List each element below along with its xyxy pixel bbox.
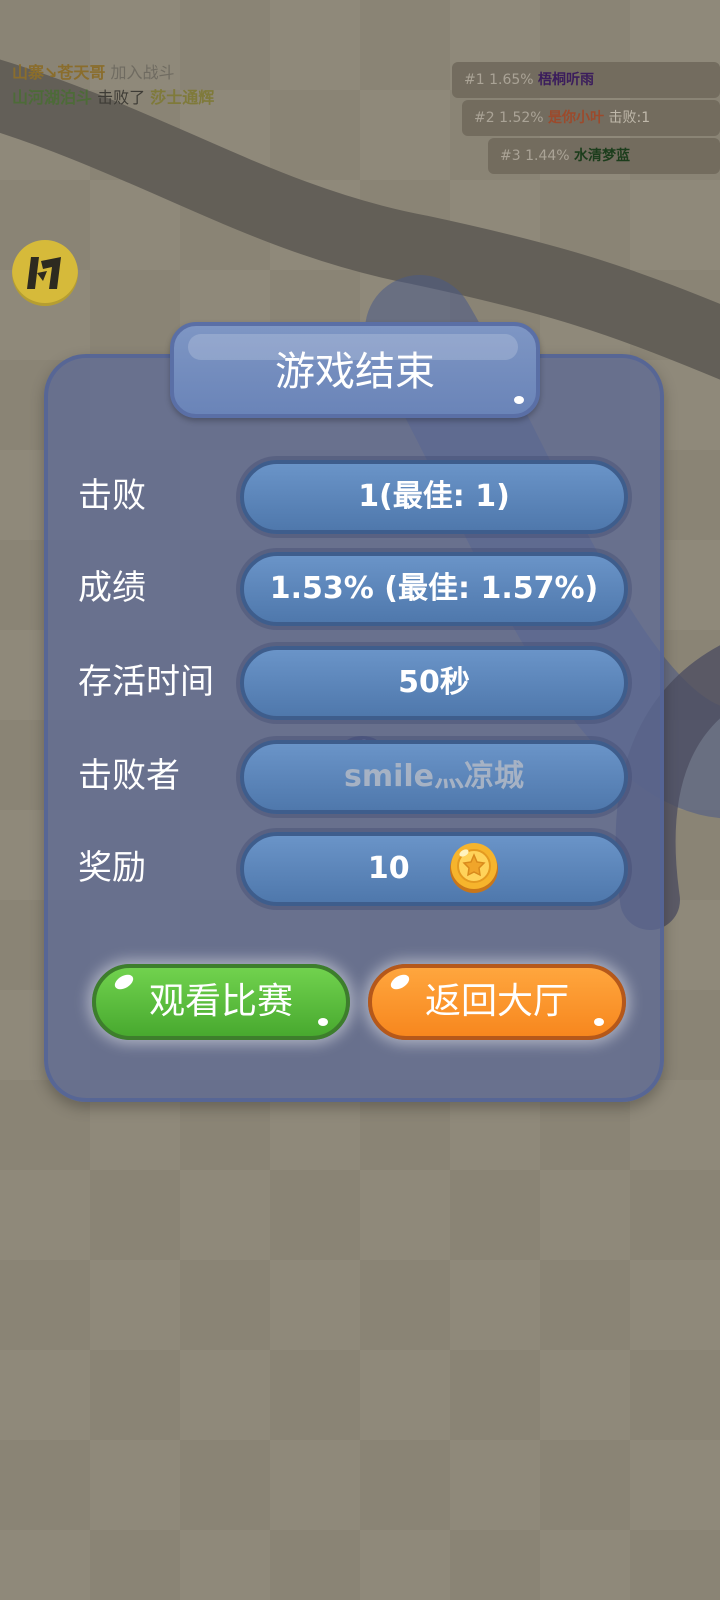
leaderboard-name: 水清梦蓝 <box>574 148 631 164</box>
leaderboard-row: #3 1.44% 水清梦蓝 <box>488 138 720 174</box>
row-label-killer: 击败者 <box>78 756 180 796</box>
button-gloss <box>318 1018 328 1026</box>
leaderboard-kills: 击败:1 <box>608 110 651 126</box>
leaderboard-percent: 1.44% <box>525 148 570 164</box>
game-logo-icon[interactable] <box>12 240 78 306</box>
kill-feed-line: 山河湖泊斗 击败了 莎士通辉 <box>12 85 214 110</box>
survival-time-value: 50秒 <box>240 646 628 720</box>
leaderboard-percent: 1.65% <box>489 72 534 88</box>
leaderboard-percent: 1.52% <box>499 110 544 126</box>
leaderboard-name: 是你小叶 <box>548 110 605 126</box>
leaderboard-rank: #3 <box>500 148 521 164</box>
leaderboard-rank: #2 <box>474 110 495 126</box>
watch-match-label: 观看比赛 <box>148 981 293 1022</box>
score-value: 1.53% (最佳: 1.57%) <box>240 552 628 626</box>
watch-match-button[interactable]: 观看比赛 <box>92 964 350 1040</box>
row-label-score: 成绩 <box>78 568 146 608</box>
button-gloss <box>594 1018 604 1026</box>
player-name: 山河湖泊斗 <box>12 88 93 107</box>
killer-value: smile灬凉城 <box>240 740 628 814</box>
dialog-title: 游戏结束 <box>275 349 435 395</box>
feed-action: 击败了 <box>97 88 146 107</box>
gold-coin-icon <box>450 842 499 893</box>
feed-action: 加入战斗 <box>110 63 175 82</box>
reward-value: 10 <box>367 851 410 886</box>
reward-pill: 10 <box>240 832 628 906</box>
kill-feed-line: 山寨↘苍天哥 加入战斗 <box>12 60 214 85</box>
button-gloss <box>388 971 412 993</box>
player-name: 山寨↘苍天哥 <box>12 63 106 82</box>
row-label-reward: 奖励 <box>78 848 146 888</box>
return-lobby-button[interactable]: 返回大厅 <box>368 964 626 1040</box>
leaderboard-name: 梧桐听雨 <box>538 72 595 88</box>
leaderboard-rank: #1 <box>464 72 485 88</box>
kills-value: 1(最佳: 1) <box>240 460 628 534</box>
row-label-kills: 击败 <box>78 476 146 516</box>
target-name: 莎士通辉 <box>150 88 215 107</box>
kill-feed: 山寨↘苍天哥 加入战斗 山河湖泊斗 击败了 莎士通辉 <box>12 60 214 110</box>
button-gloss <box>112 971 136 993</box>
return-lobby-label: 返回大厅 <box>424 981 569 1022</box>
leaderboard-row: #2 1.52% 是你小叶 击败:1 <box>462 100 720 136</box>
row-label-survival-time: 存活时间 <box>78 662 214 702</box>
leaderboard-row: #1 1.65% 梧桐听雨 <box>452 62 720 98</box>
